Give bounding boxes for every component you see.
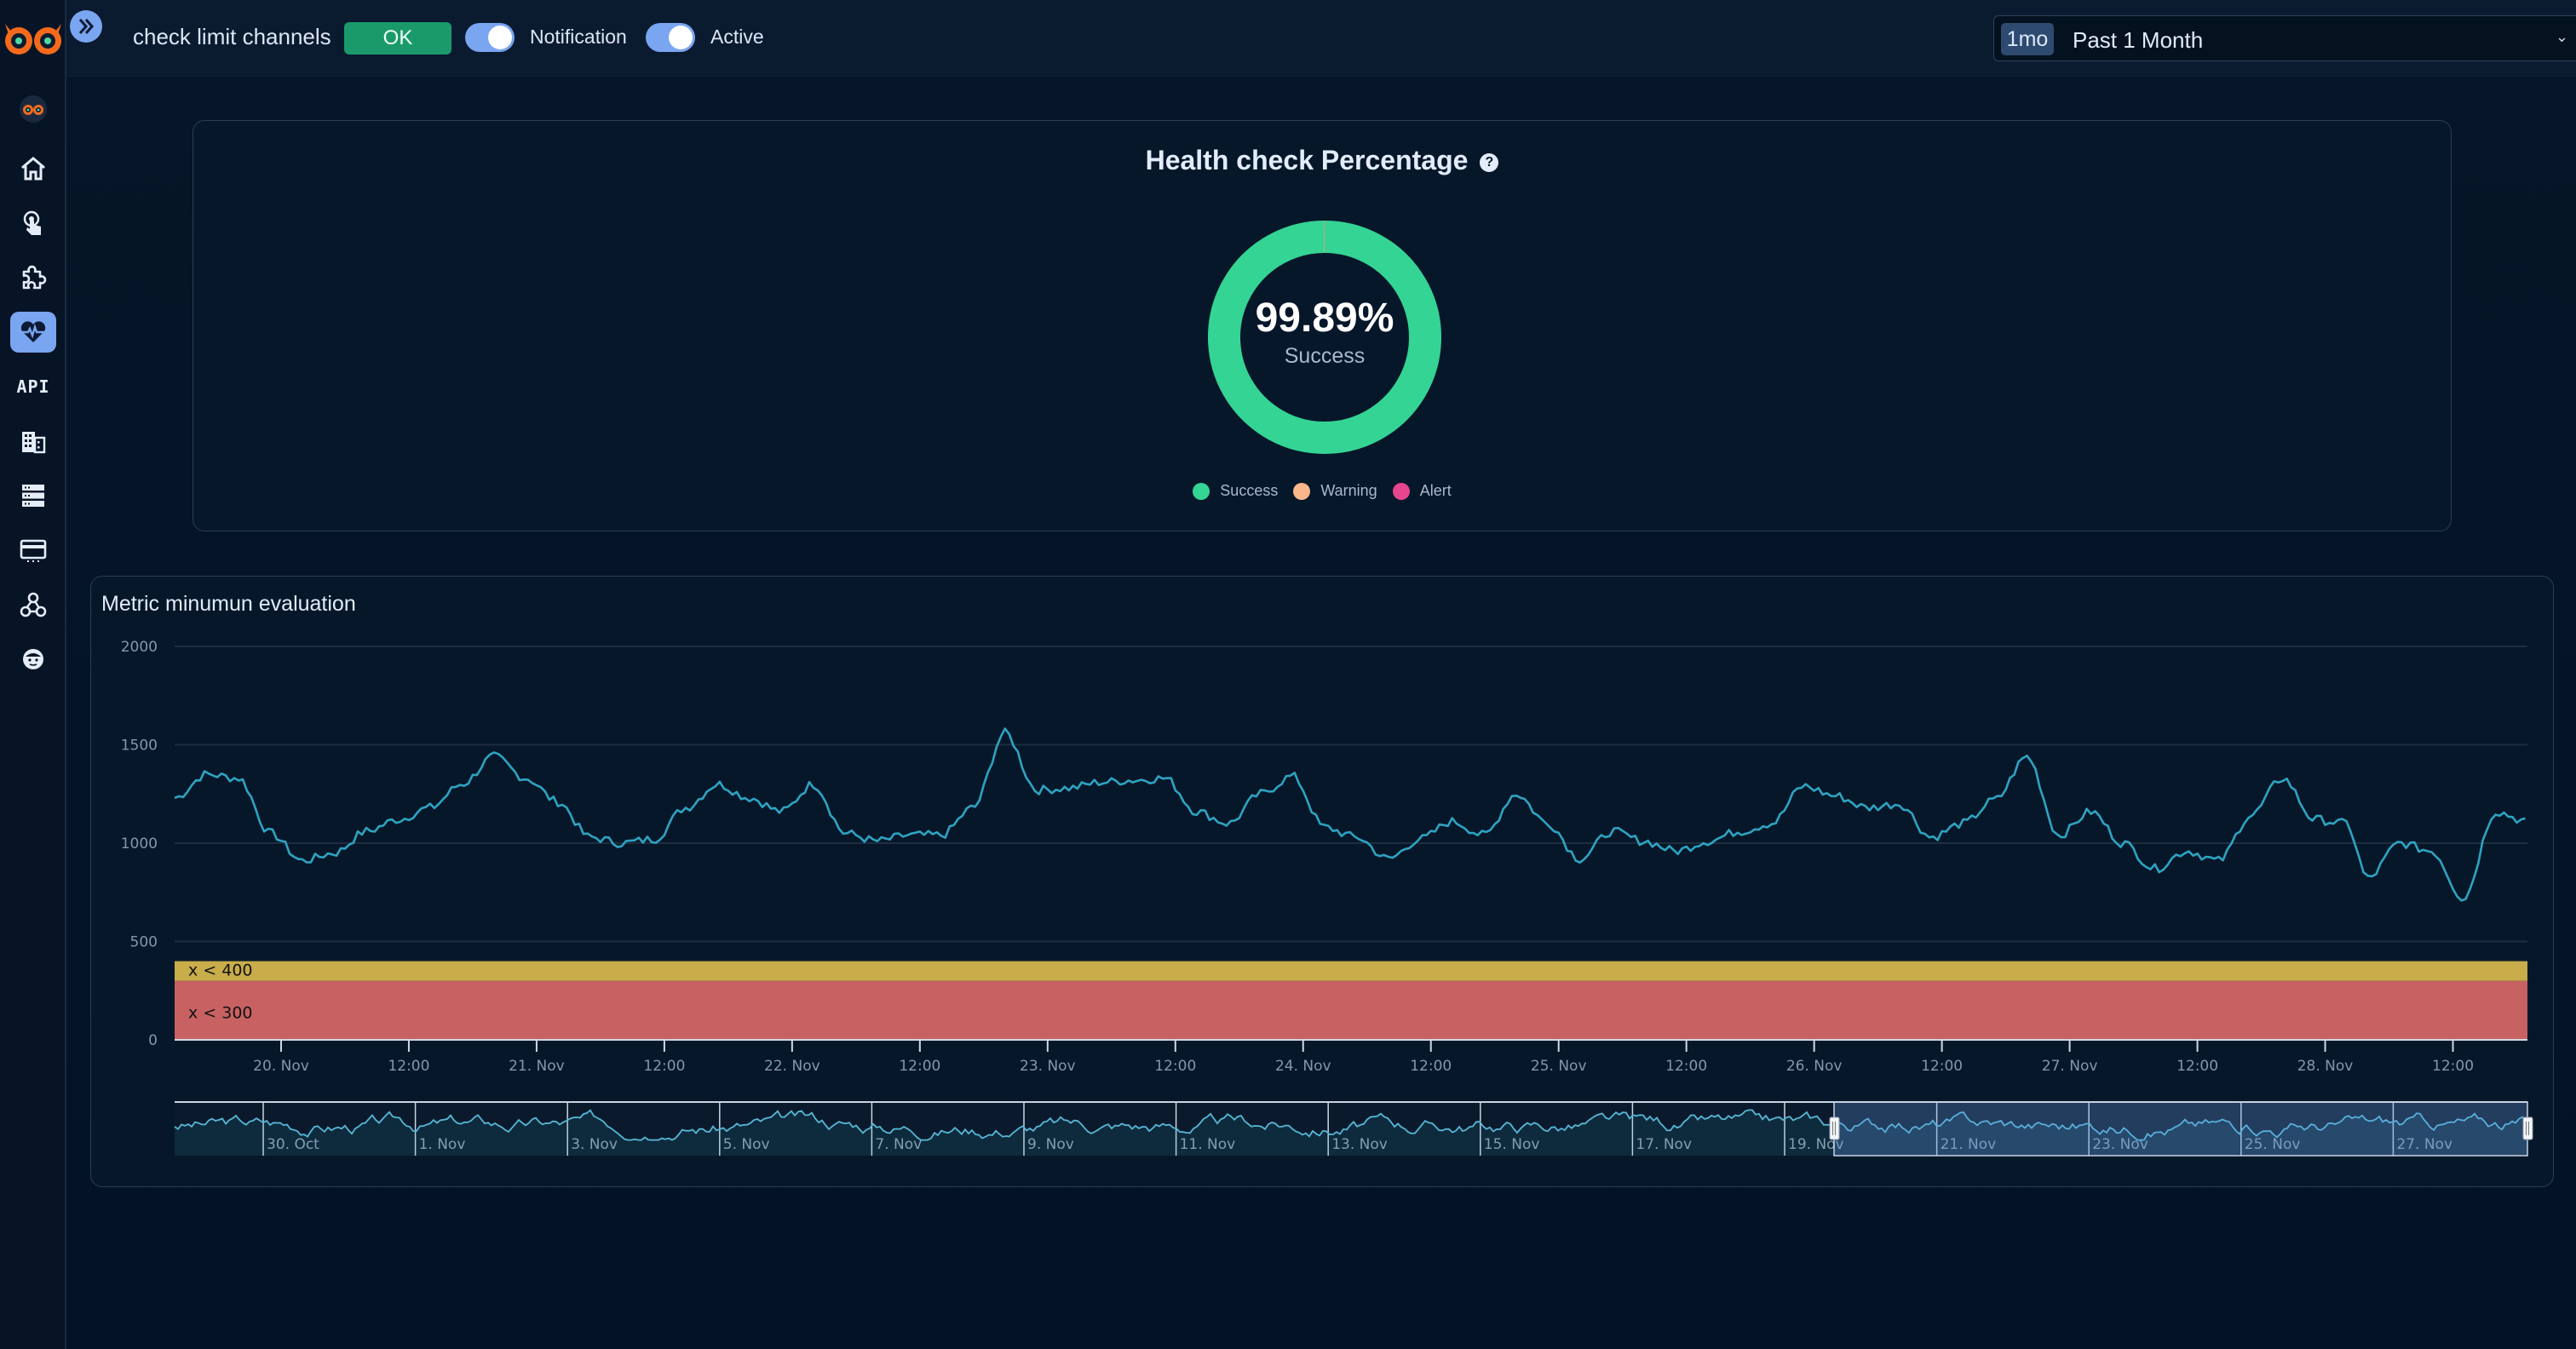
sidebar-item-billing[interactable] [10,530,56,571]
time-range-select[interactable]: 1mo Past 1 Month ⌄ [1993,15,2576,61]
donut-value: 99.89% [1255,296,1394,341]
health-check-panel: Health check Percentage? 99.89% Success … [193,120,2452,531]
y-tick-label: 0 [148,1032,158,1049]
legend-label: Alert [1419,482,1452,499]
owl-logo-icon[interactable] [0,12,66,63]
x-tick-label: 28. Nov [2297,1058,2354,1075]
x-tick-label: 12:00 [1921,1058,1963,1075]
expand-sidebar-button[interactable] [70,10,102,43]
metric-line-chart[interactable]: 0 500 1000 1500 2000 x < 300 x < 400 20. Nov 12:… [91,577,2555,1188]
legend-label: Success [1220,482,1279,499]
plot-band-400 [175,961,2527,981]
webhook-icon [20,592,47,617]
x-tick-label: 21. Nov [509,1058,565,1075]
api-icon: API [16,376,50,397]
owl-icon [20,95,47,123]
health-check-title: Health check Percentage? [193,145,2451,176]
x-tick-label: 27. Nov [2042,1058,2098,1075]
touch-icon [23,210,41,235]
donut-label: Success [1284,344,1366,368]
plot-band-300 [175,980,2527,1040]
toggle-knob [669,26,693,49]
active-label: Active [710,26,764,48]
credit-card-icon [20,539,47,562]
time-range-chip: 1mo [2001,23,2054,55]
health-check-title-text: Health check Percentage [1145,145,1469,175]
sidebar-item-health[interactable] [10,312,56,353]
x-tick-label: 12:00 [899,1058,940,1075]
x-tick-label: 26. Nov [1786,1058,1843,1075]
x-tick-label: 12:00 [2176,1058,2218,1075]
plot-band-label: x < 300 [188,1004,253,1023]
x-tick-label: 12:00 [643,1058,685,1075]
donut-legend: Success Warning Alert [193,482,2451,500]
building-icon [22,432,46,454]
chevrons-right-icon [78,19,94,34]
x-tick-label: 12:00 [1410,1058,1452,1075]
x-tick-label: 12:00 [1665,1058,1707,1075]
sidebar-item-servers[interactable] [10,475,56,516]
support-agent-icon [23,649,43,669]
sidebar-item-support[interactable] [10,639,56,680]
top-bar: check limit channels OK Notification Act… [66,0,2576,77]
x-tick-label: 25. Nov [1531,1058,1587,1075]
active-toggle[interactable] [646,23,695,52]
metric-series-line [174,727,2526,902]
status-badge: OK [344,22,451,55]
x-tick-label: 12:00 [2432,1058,2474,1075]
x-tick-label: 20. Nov [253,1058,309,1075]
home-icon [21,157,45,181]
legend-label: Warning [1320,482,1377,499]
sidebar-item-touch[interactable] [10,203,56,244]
x-tick-label: 22. Nov [764,1058,820,1075]
time-range-label: Past 1 Month [2073,27,2204,53]
sidebar-item-owl[interactable] [10,89,56,129]
chevron-down-icon: ⌄ [2555,28,2568,45]
legend-dot-success [1193,482,1210,500]
legend-item-success[interactable]: Success [1193,482,1278,500]
app-root: API check limit channels OK Notification… [0,0,2576,1349]
sidebar-item-api[interactable]: API [10,366,56,407]
legend-dot-warning [1293,482,1311,500]
channel-title: check limit channels [133,24,331,49]
sidebar-item-buildings[interactable] [10,421,56,462]
notification-toggle[interactable] [465,23,515,52]
health-donut-chart: 99.89% Success [1207,220,1442,455]
legend-item-warning[interactable]: Warning [1293,482,1377,500]
legend-item-alert[interactable]: Alert [1392,482,1452,500]
y-tick-label: 2000 [121,639,158,656]
x-tick-label: 12:00 [1154,1058,1196,1075]
navigator-handle-left[interactable] [1829,1117,1840,1140]
sidebar-item-plugins[interactable] [10,257,56,298]
x-tick-label: 12:00 [388,1058,429,1075]
sidebar-item-home[interactable] [10,148,56,189]
help-icon[interactable]: ? [1480,153,1499,172]
puzzle-icon [22,265,47,290]
y-tick-label: 1000 [121,835,158,852]
y-tick-label: 1500 [121,738,158,755]
plot-band-label: x < 400 [188,962,253,980]
x-tick-label: 23. Nov [1020,1058,1076,1075]
metric-panel: Metric minumun evaluation 0 500 1000 1500 20… [90,576,2554,1187]
navigator-selection[interactable] [1833,1101,2528,1157]
sidebar: API [0,0,66,1349]
server-icon [22,485,44,507]
toggle-knob [488,26,512,49]
y-tick-label: 500 [130,934,158,951]
heartbeat-icon [20,321,46,342]
notification-label: Notification [530,26,627,48]
navigator-handle-right[interactable] [2522,1117,2533,1140]
sidebar-item-webhooks[interactable] [10,584,56,625]
x-tick-label: 24. Nov [1275,1058,1331,1075]
legend-dot-alert [1392,482,1410,500]
